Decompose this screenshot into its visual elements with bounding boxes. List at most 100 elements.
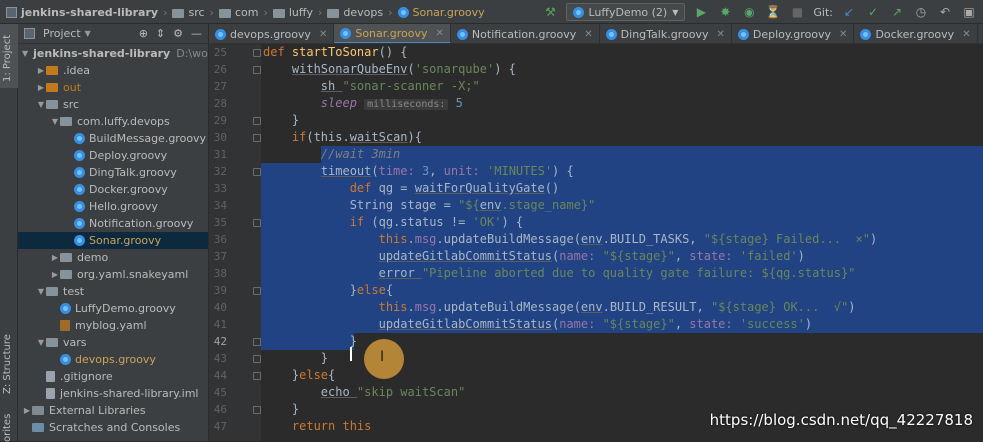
tree-item[interactable]: ▼ com.luffy.devops xyxy=(18,113,208,130)
code-line[interactable]: this.msg.updateBuildMessage(env.BUILD_TA… xyxy=(263,231,983,248)
run-configuration-select[interactable]: LuffyDemo (2) ▼ xyxy=(566,3,686,21)
tree-item[interactable]: ▶ out xyxy=(18,79,208,96)
tree-item[interactable]: Docker.groovy xyxy=(18,181,208,198)
code-line[interactable]: timeout(time: 3, unit: 'MINUTES') { xyxy=(263,163,983,180)
tab-notification-groovy[interactable]: Notification.groovy ✕ xyxy=(451,24,600,43)
favorites-tool-label[interactable]: orites xyxy=(2,414,13,442)
project-panel-title[interactable]: Project xyxy=(43,27,81,40)
tree-item[interactable]: ▶ External Libraries xyxy=(18,402,208,419)
tree-item[interactable]: Sonar.groovy xyxy=(18,232,208,249)
tree-item[interactable]: Hello.groovy xyxy=(18,198,208,215)
locate-icon[interactable]: ⊕ xyxy=(139,27,148,40)
code-line[interactable]: def qg = waitForQualityGate() xyxy=(263,180,983,197)
code-line[interactable]: def startToSonar() { xyxy=(263,44,983,61)
chevron-down-icon[interactable]: ▼ xyxy=(36,338,46,347)
chevron-right-icon[interactable]: ▶ xyxy=(50,253,60,262)
history-icon[interactable]: ◷ xyxy=(913,4,929,20)
code-line[interactable]: if(this.waitScan){ xyxy=(263,129,983,146)
build-hammer-icon[interactable]: ⚒ xyxy=(542,4,558,20)
chevron-down-icon[interactable]: ▼ xyxy=(50,117,60,126)
code-line[interactable]: }else{ xyxy=(263,282,983,299)
code-line[interactable]: } xyxy=(263,112,983,129)
code-line[interactable]: sh "sonar-scanner -X;" xyxy=(263,78,983,95)
hide-icon[interactable]: — xyxy=(191,27,202,40)
chevron-right-icon[interactable]: ▶ xyxy=(50,270,60,279)
project-tool-label[interactable]: 1: Project xyxy=(2,35,13,82)
fold-marker-icon[interactable] xyxy=(253,372,261,380)
tree-item[interactable]: Notification.groovy xyxy=(18,215,208,232)
breadcrumb-item[interactable]: luffy xyxy=(272,6,313,19)
fold-marker-icon[interactable] xyxy=(253,117,261,125)
git-update-icon[interactable]: ↙ xyxy=(841,4,857,20)
close-icon[interactable]: ✕ xyxy=(436,28,444,39)
close-icon[interactable]: ✕ xyxy=(716,29,724,40)
stop-icon[interactable]: ■ xyxy=(789,4,805,20)
code-line[interactable]: error "Pipeline aborted due to quality g… xyxy=(263,265,983,282)
tree-item[interactable]: Deploy.groovy xyxy=(18,147,208,164)
rollback-icon[interactable]: ↶ xyxy=(937,4,953,20)
window-icon[interactable]: ▣ xyxy=(961,4,977,20)
breadcrumb-item[interactable]: devops xyxy=(327,6,383,19)
fold-marker-icon[interactable] xyxy=(253,134,261,142)
fold-marker-icon[interactable] xyxy=(253,355,261,363)
fold-marker-icon[interactable] xyxy=(253,338,261,346)
code-line[interactable]: withSonarQubeEnv('sonarqube') { xyxy=(263,61,983,78)
close-icon[interactable]: ✕ xyxy=(584,29,592,40)
chevron-down-icon[interactable]: ▼ xyxy=(85,29,91,38)
chevron-right-icon[interactable]: ▶ xyxy=(22,406,32,415)
fold-marker-icon[interactable] xyxy=(253,287,261,295)
tree-item[interactable]: .gitignore xyxy=(18,368,208,385)
chevron-down-icon[interactable]: ▼ xyxy=(36,287,46,296)
collapse-icon[interactable]: ⇕ xyxy=(156,27,165,40)
close-icon[interactable]: ✕ xyxy=(839,29,847,40)
tree-item[interactable]: ▼ src xyxy=(18,96,208,113)
tab-docker-groovy[interactable]: Docker.groovy ✕ xyxy=(854,24,978,43)
tree-item[interactable]: ▶ demo xyxy=(18,249,208,266)
run-icon[interactable]: ▶ xyxy=(693,4,709,20)
tree-item[interactable]: DingTalk.groovy xyxy=(18,164,208,181)
fold-marker-icon[interactable] xyxy=(253,406,261,414)
tab-sonar-groovy[interactable]: Sonar.groovy ✕ xyxy=(334,24,451,43)
tree-item[interactable]: ▼ vars xyxy=(18,334,208,351)
chevron-right-icon[interactable]: ▶ xyxy=(36,83,46,92)
code-editor[interactable]: def startToSonar() { withSonarQubeEnv('s… xyxy=(261,44,983,441)
coverage-icon[interactable]: ◉ xyxy=(741,4,757,20)
code-line[interactable]: //wait 3min xyxy=(263,146,983,163)
tree-item[interactable]: myblog.yaml xyxy=(18,317,208,334)
tab-dingtalk-groovy[interactable]: DingTalk.groovy ✕ xyxy=(600,24,732,43)
tree-item[interactable]: BuildMessage.groovy xyxy=(18,130,208,147)
tab-buildmessage-grc[interactable]: BuildMessage.grc xyxy=(978,24,983,43)
tree-item[interactable]: devops.groovy xyxy=(18,351,208,368)
chevron-down-icon[interactable]: ▼ xyxy=(36,100,46,109)
tab-deploy-groovy[interactable]: Deploy.groovy ✕ xyxy=(732,24,855,43)
fold-marker-icon[interactable] xyxy=(253,49,261,57)
fold-marker-icon[interactable] xyxy=(253,168,261,176)
structure-tool-label[interactable]: Z: Structure xyxy=(2,334,13,394)
tree-item[interactable]: jenkins-shared-library.iml xyxy=(18,385,208,402)
tree-item[interactable]: ▼ jenkins-shared-library D:\worksp xyxy=(18,45,208,62)
chevron-down-icon[interactable]: ▼ xyxy=(22,49,28,58)
fold-marker-icon[interactable] xyxy=(253,219,261,227)
breadcrumb-item[interactable]: src xyxy=(172,6,205,19)
profile-icon[interactable]: ⏳ xyxy=(765,4,781,20)
breadcrumb-item[interactable]: jenkins-shared-library xyxy=(6,6,158,19)
git-commit-icon[interactable]: ✓ xyxy=(865,4,881,20)
git-push-icon[interactable]: ↗ xyxy=(889,4,905,20)
breadcrumb-item[interactable]: com xyxy=(218,6,258,19)
code-line[interactable]: updateGitlabCommitStatus(name: "${stage}… xyxy=(263,248,983,265)
code-line[interactable]: String stage = "${env.stage_name}" xyxy=(263,197,983,214)
tree-item[interactable]: ▶ .idea xyxy=(18,62,208,79)
chevron-right-icon[interactable]: ▶ xyxy=(36,66,46,75)
tree-item[interactable]: Scratches and Consoles xyxy=(18,419,208,436)
fold-marker-icon[interactable] xyxy=(253,66,261,74)
close-icon[interactable]: ✕ xyxy=(319,29,327,40)
debug-icon[interactable]: ✸ xyxy=(717,4,733,20)
tree-item[interactable]: ▼ test xyxy=(18,283,208,300)
code-line[interactable]: sleep milliseconds: 5 xyxy=(263,95,983,112)
code-line[interactable]: this.msg.updateBuildMessage(env.BUILD_RE… xyxy=(263,299,983,316)
tree-item[interactable]: LuffyDemo.groovy xyxy=(18,300,208,317)
code-line[interactable]: if (qg.status != 'OK') { xyxy=(263,214,983,231)
close-icon[interactable]: ✕ xyxy=(962,29,970,40)
code-line[interactable]: updateGitlabCommitStatus(name: "${stage}… xyxy=(263,316,983,333)
gear-icon[interactable]: ⚙ xyxy=(173,27,183,40)
